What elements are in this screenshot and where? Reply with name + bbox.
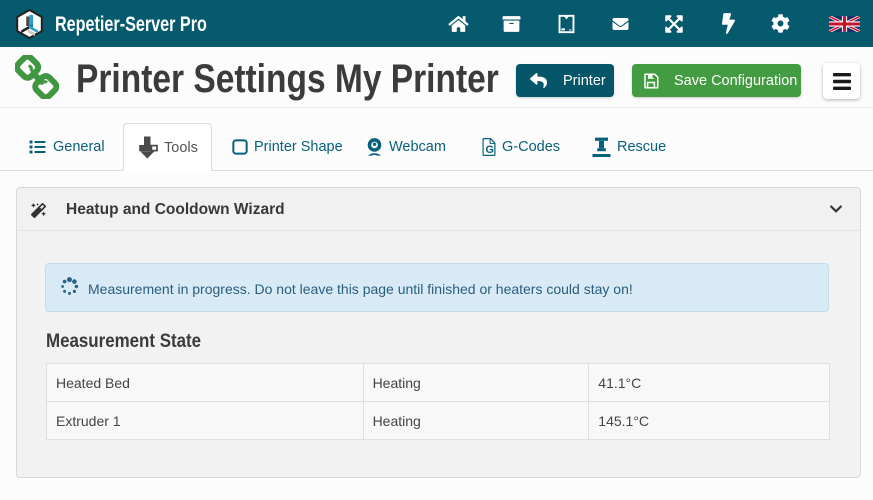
svg-text:G: G [485,144,493,156]
